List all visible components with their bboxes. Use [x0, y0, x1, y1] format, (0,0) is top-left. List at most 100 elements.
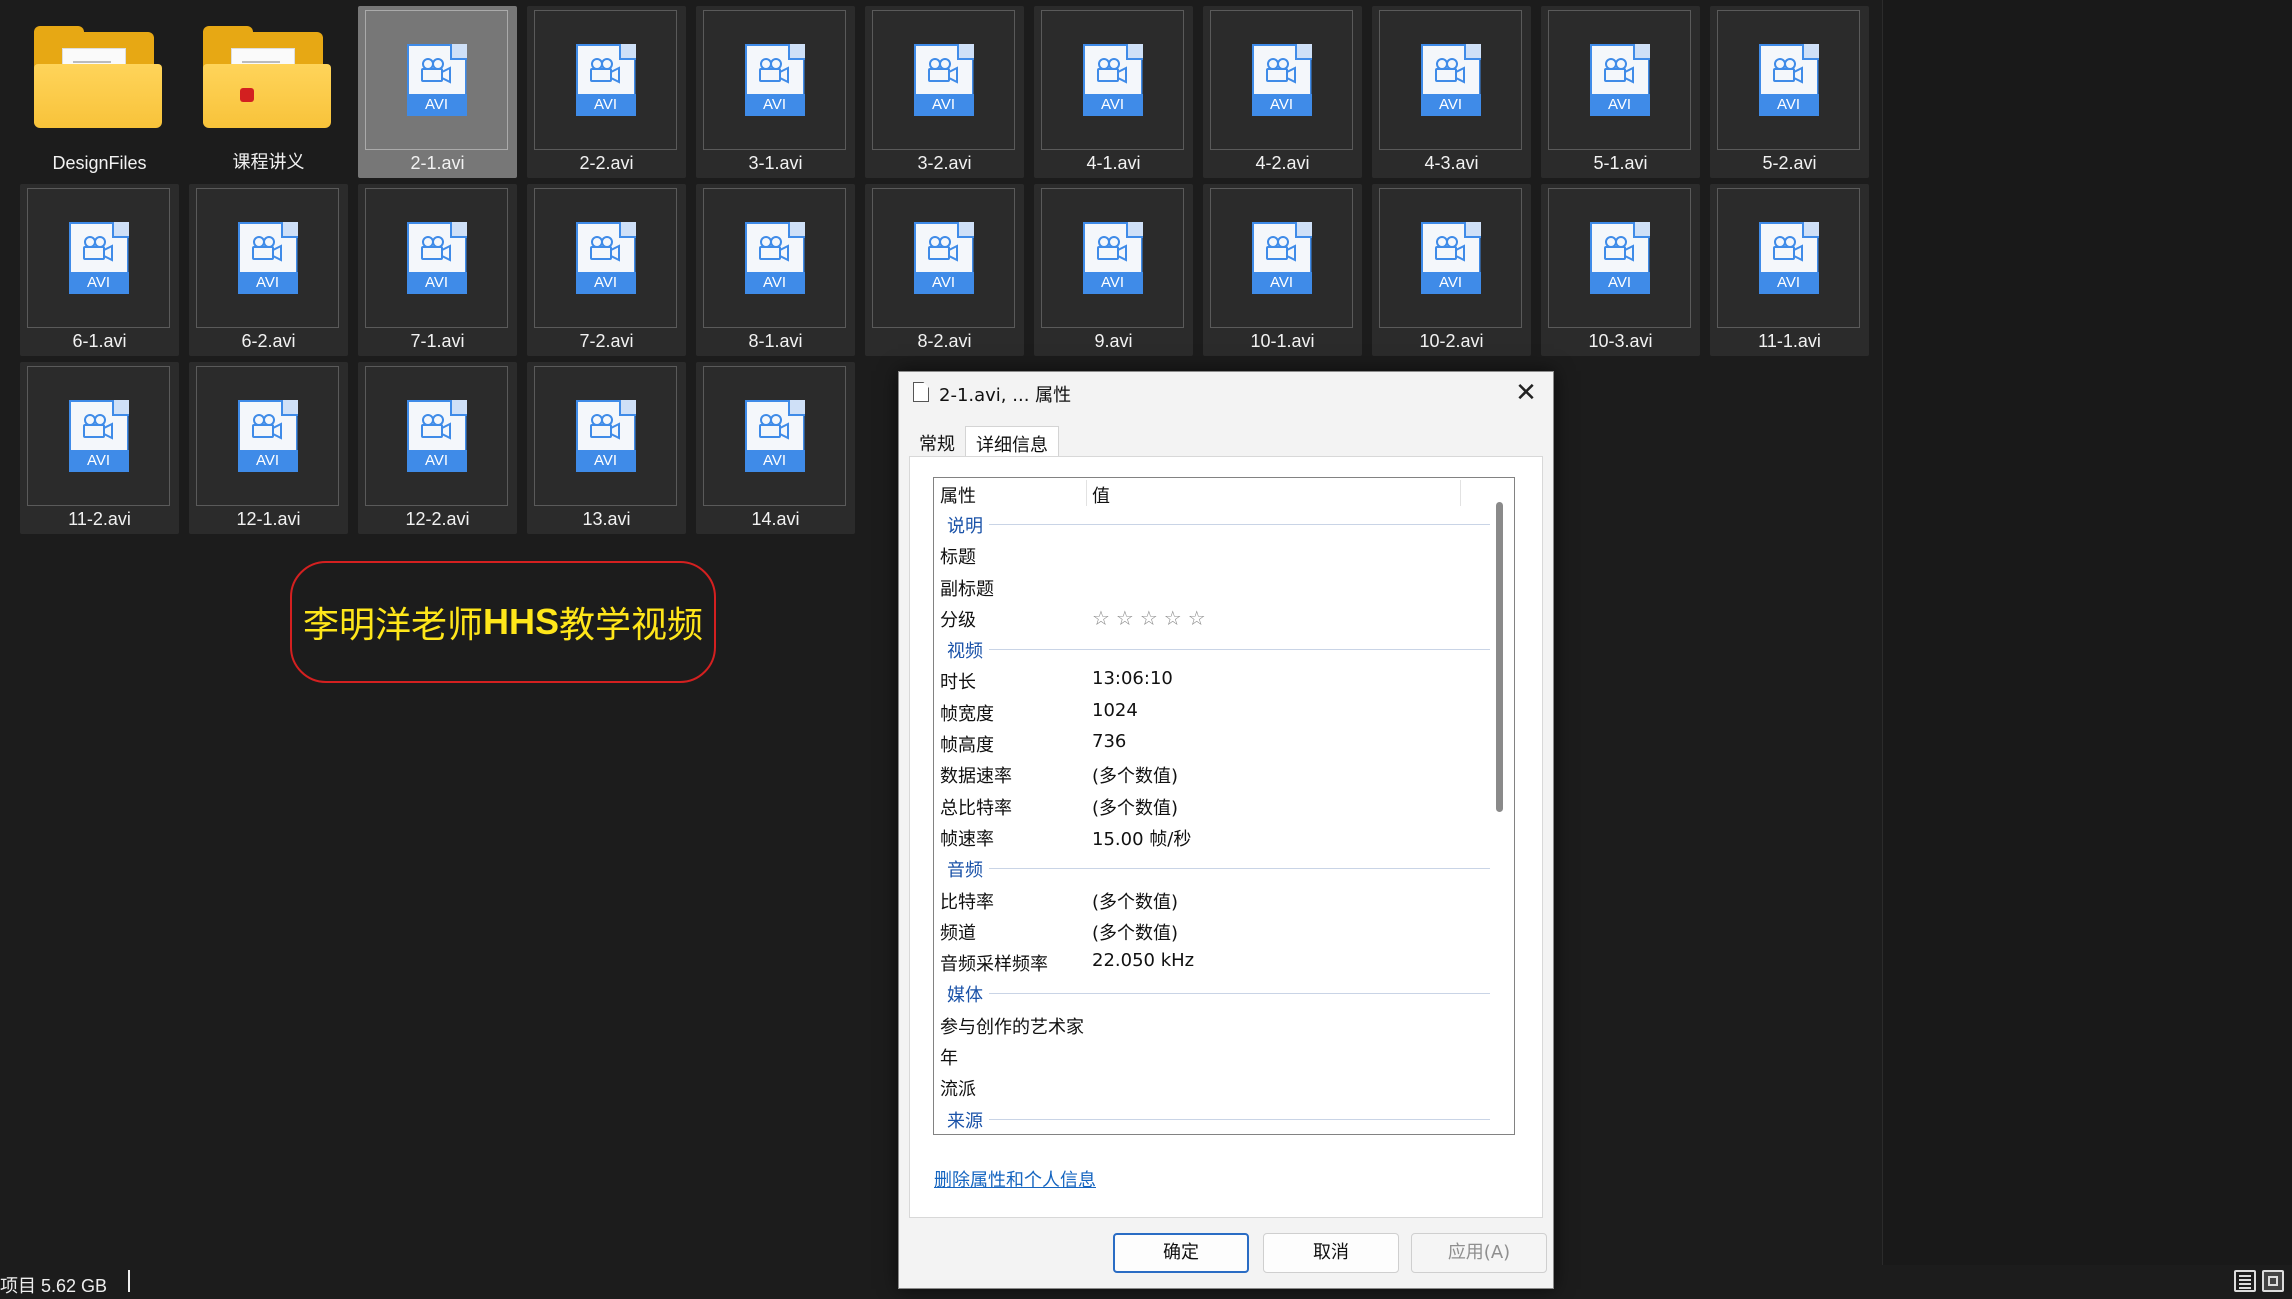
file-item[interactable]: AVI 9.avi: [1034, 184, 1193, 356]
property-row[interactable]: 副标题: [934, 571, 1494, 602]
property-group[interactable]: 来源: [934, 1103, 1494, 1134]
property-row[interactable]: 帧速率 15.00 帧/秒: [934, 821, 1494, 852]
property-group[interactable]: 视频: [934, 633, 1494, 664]
file-icon: [913, 382, 929, 402]
file-thumbnail: AVI: [534, 366, 677, 506]
file-type-badge: AVI: [68, 272, 129, 294]
property-value: (多个数值): [1092, 922, 1179, 944]
file-item[interactable]: AVI 2-1.avi: [358, 6, 517, 178]
file-item[interactable]: AVI 10-1.avi: [1203, 184, 1362, 356]
file-item[interactable]: AVI 13.avi: [527, 362, 686, 534]
folder-icon: [34, 26, 164, 136]
property-row[interactable]: 帧宽度 1024: [934, 696, 1494, 727]
avi-video-file-icon: AVI: [913, 222, 974, 294]
file-item[interactable]: AVI 3-2.avi: [865, 6, 1024, 178]
property-group[interactable]: 音频: [934, 852, 1494, 883]
file-item[interactable]: AVI 4-2.avi: [1203, 6, 1362, 178]
avi-video-file-icon: AVI: [1251, 44, 1312, 116]
file-type-badge: AVI: [575, 450, 636, 472]
column-header-property[interactable]: 属性: [940, 482, 976, 508]
file-type-badge: AVI: [1082, 94, 1143, 116]
file-name-label: 13.avi: [582, 509, 631, 529]
property-group[interactable]: 媒体: [934, 977, 1494, 1008]
file-thumbnail: AVI: [365, 10, 508, 150]
file-item[interactable]: AVI 3-1.avi: [696, 6, 855, 178]
avi-video-file-icon: AVI: [237, 400, 298, 472]
property-name: 音频采样频率: [940, 954, 1048, 976]
rating-stars[interactable]: ☆☆☆☆☆: [1092, 606, 1212, 630]
file-item[interactable]: AVI 11-2.avi: [20, 362, 179, 534]
property-row[interactable]: 频道 (多个数值): [934, 915, 1494, 946]
file-item[interactable]: AVI 6-1.avi: [20, 184, 179, 356]
banner-text-3: 教学视频: [559, 605, 704, 646]
file-item[interactable]: AVI 8-2.avi: [865, 184, 1024, 356]
file-item[interactable]: AVI 8-1.avi: [696, 184, 855, 356]
property-row[interactable]: 流派: [934, 1071, 1494, 1102]
file-item[interactable]: AVI 2-2.avi: [527, 6, 686, 178]
file-item[interactable]: AVI 4-1.avi: [1034, 6, 1193, 178]
file-name-label: 12-1.avi: [236, 509, 301, 529]
banner-text-2: HHS: [482, 601, 559, 642]
apply-button[interactable]: 应用(A): [1411, 1233, 1547, 1273]
property-row[interactable]: 比特率 (多个数值): [934, 884, 1494, 915]
folder-item[interactable]: 课程讲义: [189, 6, 348, 178]
property-name: 数据速率: [940, 766, 1012, 788]
scrollbar-thumb[interactable]: [1496, 502, 1503, 812]
property-row[interactable]: 时长 13:06:10: [934, 664, 1494, 695]
file-name-label: 课程讲义: [232, 152, 305, 172]
file-item[interactable]: AVI 5-1.avi: [1541, 6, 1700, 178]
property-row[interactable]: 参与创作的艺术家: [934, 1009, 1494, 1040]
file-item[interactable]: AVI 7-1.avi: [358, 184, 517, 356]
property-value: 15.00 帧/秒: [1092, 828, 1192, 850]
property-row[interactable]: 总比特率 (多个数值): [934, 790, 1494, 821]
list-scrollbar[interactable]: [1494, 502, 1504, 1122]
file-item[interactable]: AVI 12-1.avi: [189, 362, 348, 534]
file-thumbnail: AVI: [1379, 188, 1522, 328]
dialog-titlebar[interactable]: 2-1.avi, ... 属性 ✕: [899, 372, 1553, 414]
property-list[interactable]: 属性 值 说明 标题 副标题 分级 ☆☆☆☆☆ 视频 时长 13:06:10 帧宽度 1024 帧高…: [933, 477, 1515, 1135]
file-thumbnail: AVI: [534, 188, 677, 328]
cancel-button[interactable]: 取消: [1263, 1233, 1399, 1273]
column-header-value[interactable]: 值: [1092, 482, 1110, 508]
details-view-icon[interactable]: [2234, 1270, 2256, 1292]
file-thumbnail: AVI: [1041, 10, 1184, 150]
file-type-badge: AVI: [1251, 94, 1312, 116]
file-name-label: 10-3.avi: [1588, 331, 1653, 351]
file-item[interactable]: AVI 6-2.avi: [189, 184, 348, 356]
file-item[interactable]: AVI 7-2.avi: [527, 184, 686, 356]
file-item[interactable]: AVI 4-3.avi: [1372, 6, 1531, 178]
file-item[interactable]: AVI 11-1.avi: [1710, 184, 1869, 356]
file-name-label: 2-2.avi: [579, 153, 634, 173]
file-thumbnail: AVI: [27, 188, 170, 328]
property-row[interactable]: 音频采样频率 22.050 kHz: [934, 946, 1494, 977]
file-thumbnail: AVI: [1717, 10, 1860, 150]
property-row[interactable]: 标题: [934, 539, 1494, 570]
file-name-label: 8-2.avi: [917, 331, 972, 351]
file-item[interactable]: AVI 10-2.avi: [1372, 184, 1531, 356]
column-divider[interactable]: [1086, 480, 1087, 506]
file-item[interactable]: AVI 14.avi: [696, 362, 855, 534]
close-icon[interactable]: ✕: [1509, 376, 1543, 410]
property-value: (多个数值): [1092, 766, 1179, 788]
avi-video-file-icon: AVI: [744, 400, 805, 472]
file-type-badge: AVI: [237, 272, 298, 294]
file-item[interactable]: AVI 12-2.avi: [358, 362, 517, 534]
file-name-label: 4-2.avi: [1255, 153, 1310, 173]
folder-item[interactable]: DesignFiles: [20, 6, 179, 178]
property-row[interactable]: 年: [934, 1040, 1494, 1071]
property-group[interactable]: 说明: [934, 508, 1494, 539]
property-row[interactable]: 数据速率 (多个数值): [934, 758, 1494, 789]
property-name: 年: [940, 1048, 958, 1070]
file-item[interactable]: AVI 5-2.avi: [1710, 6, 1869, 178]
large-icons-view-icon[interactable]: [2262, 1270, 2284, 1292]
remove-properties-link[interactable]: 删除属性和个人信息: [934, 1166, 1096, 1192]
tab-general[interactable]: 常规: [909, 426, 965, 458]
ok-button[interactable]: 确定: [1113, 1233, 1249, 1273]
property-row[interactable]: 帧高度 736: [934, 727, 1494, 758]
property-name: 参与创作的艺术家: [940, 1016, 1084, 1038]
file-type-badge: AVI: [575, 272, 636, 294]
file-item[interactable]: AVI 10-3.avi: [1541, 184, 1700, 356]
avi-video-file-icon: AVI: [913, 44, 974, 116]
property-row[interactable]: 分级 ☆☆☆☆☆: [934, 602, 1494, 633]
column-divider[interactable]: [1460, 480, 1461, 506]
